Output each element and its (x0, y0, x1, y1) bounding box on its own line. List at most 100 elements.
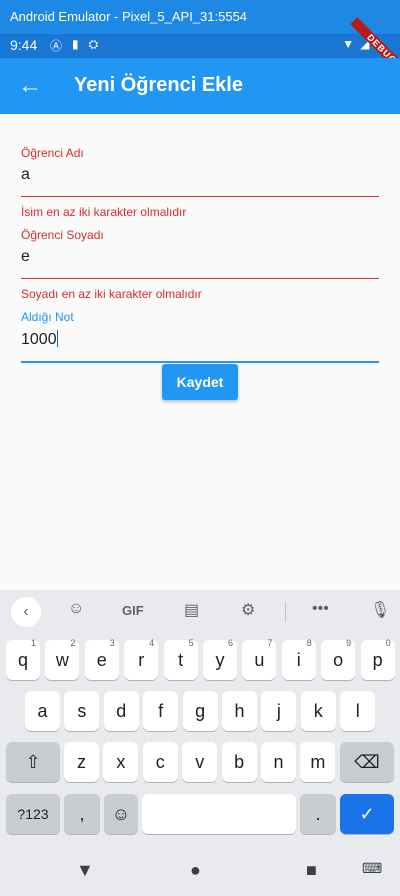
key-u-label: u (254, 650, 265, 670)
key-f[interactable]: f (143, 691, 179, 731)
key-r-hint: 4 (149, 638, 155, 648)
key-i-label: i (296, 650, 301, 670)
key-j-label: j (276, 701, 281, 721)
key-m-label: m (310, 752, 326, 772)
clipboard-icon[interactable]: ▤ (184, 600, 199, 620)
name-field-label: Öğrenci Adı (21, 146, 84, 160)
name-field-error: İsim en az iki karakter olmalıdır (21, 205, 187, 219)
grade-field-value[interactable]: 1000 (21, 330, 379, 349)
key-v[interactable]: v (182, 742, 218, 782)
key-a-label: a (37, 701, 48, 721)
gif-button[interactable]: GIF (122, 603, 144, 618)
surname-field-underline (21, 278, 379, 279)
key-d[interactable]: d (103, 691, 139, 731)
toolbar-divider (285, 602, 286, 622)
emoji-key-icon[interactable]: ☺ (104, 794, 138, 834)
done-key-icon[interactable]: ✓ (340, 794, 394, 834)
key-i[interactable]: i8 (281, 638, 316, 680)
numbers-key[interactable]: ?123 (6, 794, 60, 834)
key-h[interactable]: h (222, 691, 257, 731)
nav-back-icon[interactable]: ▼ (76, 860, 94, 881)
soft-keyboard: ‹ ☺ GIF ▤ ⚙ ••• 🎙 q1w2e3r4t5y6u7i8o9p0 a… (0, 590, 400, 896)
key-w-label: w (55, 650, 69, 670)
key-x[interactable]: x (103, 742, 139, 782)
nav-home-icon[interactable]: ● (190, 860, 201, 881)
key-w[interactable]: w2 (45, 638, 80, 680)
key-q[interactable]: q1 (6, 638, 40, 680)
surname-field[interactable]: Öğrenci Soyadı e Soyadı en az iki karakt… (21, 228, 379, 301)
key-u[interactable]: u7 (242, 638, 277, 680)
key-s-label: s (77, 701, 87, 721)
key-d-label: d (116, 701, 127, 721)
surname-field-value[interactable]: e (21, 248, 379, 266)
comma-key[interactable]: , (64, 794, 100, 834)
key-v-label: v (195, 752, 205, 772)
grade-field-label: Aldığı Not (21, 310, 74, 324)
key-g[interactable]: g (182, 691, 218, 731)
key-y-label: y (215, 650, 225, 670)
key-t-hint: 5 (188, 638, 194, 648)
key-o[interactable]: o9 (321, 638, 356, 680)
key-h-label: h (234, 701, 245, 721)
key-t-label: t (178, 650, 184, 670)
key-t[interactable]: t5 (163, 638, 198, 680)
key-e-hint: 3 (109, 638, 115, 648)
app-bar: ← Yeni Öğrenci Ekle (0, 58, 400, 114)
keyboard-toolbar: ‹ ☺ GIF ▤ ⚙ ••• 🎙 (0, 590, 400, 634)
key-r[interactable]: r4 (124, 638, 159, 680)
key-r-label: r (138, 650, 145, 670)
name-field-underline (21, 196, 379, 197)
text-cursor (56, 330, 58, 347)
nav-recents-icon[interactable]: ■ (306, 860, 317, 881)
key-f-label: f (158, 701, 164, 721)
key-w-hint: 2 (70, 638, 76, 648)
name-field-value[interactable]: a (21, 166, 379, 184)
grade-field[interactable]: Aldığı Not 1000 (21, 310, 379, 363)
key-l[interactable]: l (340, 691, 376, 731)
key-l-label: l (355, 701, 360, 721)
backspace-key-icon[interactable]: ⌫ (340, 742, 394, 782)
keyboard-switch-icon[interactable]: ⌨ (362, 860, 382, 877)
back-arrow-icon[interactable]: ← (16, 72, 44, 100)
key-e-label: e (96, 650, 107, 670)
key-u-hint: 7 (267, 638, 273, 648)
microphone-icon[interactable]: 🎙 (370, 600, 390, 620)
save-button[interactable]: Kaydet (162, 364, 238, 400)
key-p-hint: 0 (385, 638, 391, 648)
key-n-label: n (273, 752, 284, 772)
key-y-hint: 6 (227, 638, 233, 648)
surname-field-error: Soyadı en az iki karakter olmalıdır (21, 287, 202, 301)
key-q-label: q (17, 650, 28, 670)
collapse-chevron-icon[interactable]: ‹ (11, 597, 41, 627)
key-c[interactable]: c (142, 742, 178, 782)
key-o-hint: 9 (346, 638, 352, 648)
shift-key-icon[interactable]: ⇧ (6, 742, 60, 782)
key-a[interactable]: a (25, 691, 60, 731)
key-k[interactable]: k (300, 691, 336, 731)
form-container: Öğrenci Adı a İsim en az iki karakter ol… (0, 114, 400, 590)
key-e[interactable]: e3 (84, 638, 119, 680)
status-time: 9:44 (10, 37, 38, 53)
notification-a-icon: Ⓐ (50, 39, 63, 53)
key-s[interactable]: s (64, 691, 100, 731)
space-key[interactable] (142, 794, 296, 834)
key-g-label: g (195, 701, 206, 721)
name-field[interactable]: Öğrenci Adı a İsim en az iki karakter ol… (21, 146, 379, 219)
key-c-label: c (155, 752, 165, 772)
period-key[interactable]: . (300, 794, 336, 834)
notification-icons: Ⓐ ▮ ⛭ (50, 37, 98, 54)
key-m[interactable]: m (300, 742, 336, 782)
key-y[interactable]: y6 (203, 638, 237, 680)
sticker-icon[interactable]: ☺ (68, 600, 84, 618)
key-z[interactable]: z (64, 742, 99, 782)
key-n[interactable]: n (261, 742, 296, 782)
settings-gear-icon[interactable]: ⚙ (241, 600, 255, 620)
wifi-icon: ▼ (342, 37, 355, 51)
key-b[interactable]: b (221, 742, 257, 782)
more-icon[interactable]: ••• (312, 600, 329, 618)
key-p[interactable]: p0 (360, 638, 395, 680)
debug-usb-icon: ⛭ (88, 37, 99, 51)
key-q-hint: 1 (30, 638, 36, 648)
key-z-label: z (77, 752, 86, 772)
key-j[interactable]: j (261, 691, 297, 731)
